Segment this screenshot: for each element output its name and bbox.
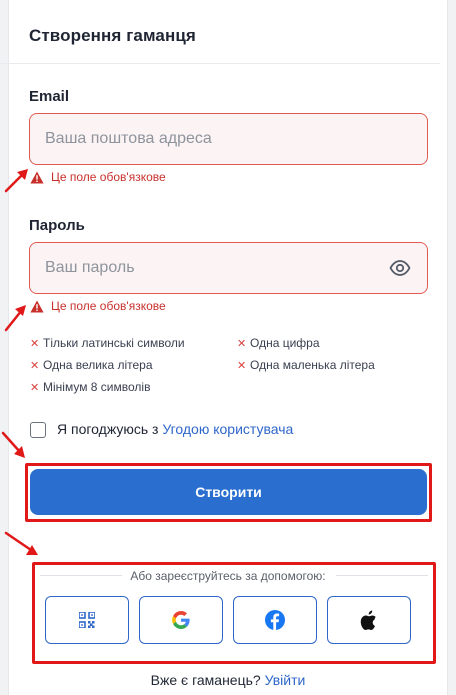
page-title: Створення гаманця	[29, 26, 196, 45]
warning-icon	[30, 171, 44, 183]
facebook-icon	[265, 610, 285, 630]
qr-login-button[interactable]	[45, 596, 129, 644]
email-error-text: Це поле обов'язкове	[51, 170, 166, 184]
requirement-item: ✕ Мінімум 8 символів	[30, 380, 150, 394]
google-icon	[172, 611, 190, 629]
social-divider-text: Або зареєструйтесь за допомогою:	[130, 569, 326, 583]
footer-login-prompt: Вже є гаманець? Увійти	[0, 672, 456, 688]
title-divider	[0, 63, 440, 64]
email-input[interactable]	[45, 114, 375, 164]
password-error: Це поле обов'язкове	[30, 298, 166, 314]
email-field-box	[29, 113, 428, 165]
facebook-login-button[interactable]	[233, 596, 317, 644]
email-label: Email	[29, 88, 70, 105]
warning-icon	[30, 300, 44, 312]
requirement-text: Одна цифра	[250, 336, 320, 350]
cross-icon: ✕	[30, 359, 40, 372]
footer-question: Вже є гаманець?	[150, 672, 261, 688]
requirement-text: Мінімум 8 символів	[43, 380, 151, 394]
cross-icon: ✕	[237, 337, 247, 350]
requirement-item: ✕ Одна цифра	[237, 336, 320, 350]
requirement-item: ✕ Тільки латинські символи	[30, 336, 185, 350]
google-login-button[interactable]	[139, 596, 223, 644]
create-button[interactable]: Створити	[30, 469, 427, 515]
password-error-text: Це поле обов'язкове	[51, 299, 166, 313]
agreement-prefix: Я погоджуюсь з	[57, 421, 163, 437]
requirement-item: ✕ Одна маленька літера	[237, 358, 375, 372]
apple-login-button[interactable]	[327, 596, 411, 644]
requirement-text: Одна велика літера	[43, 358, 153, 372]
cross-icon: ✕	[30, 381, 40, 394]
requirement-text: Тільки латинські символи	[43, 336, 185, 350]
apple-icon	[360, 610, 376, 630]
cross-icon: ✕	[30, 337, 40, 350]
requirement-item: ✕ Одна велика літера	[30, 358, 153, 372]
cross-icon: ✕	[237, 359, 247, 372]
email-error: Це поле обов'язкове	[30, 169, 166, 185]
requirement-text: Одна маленька літера	[250, 358, 375, 372]
eye-icon[interactable]	[389, 258, 411, 278]
qr-code-icon	[79, 612, 95, 628]
agree-checkbox[interactable]	[30, 422, 46, 438]
login-link[interactable]: Увійти	[265, 672, 306, 688]
user-agreement-link[interactable]: Угодою користувача	[162, 421, 293, 437]
password-input[interactable]	[45, 243, 375, 293]
agreement-text: Я погоджуюсь з Угодою користувача	[57, 421, 293, 437]
password-field-box	[29, 242, 428, 294]
password-label: Пароль	[29, 217, 85, 234]
